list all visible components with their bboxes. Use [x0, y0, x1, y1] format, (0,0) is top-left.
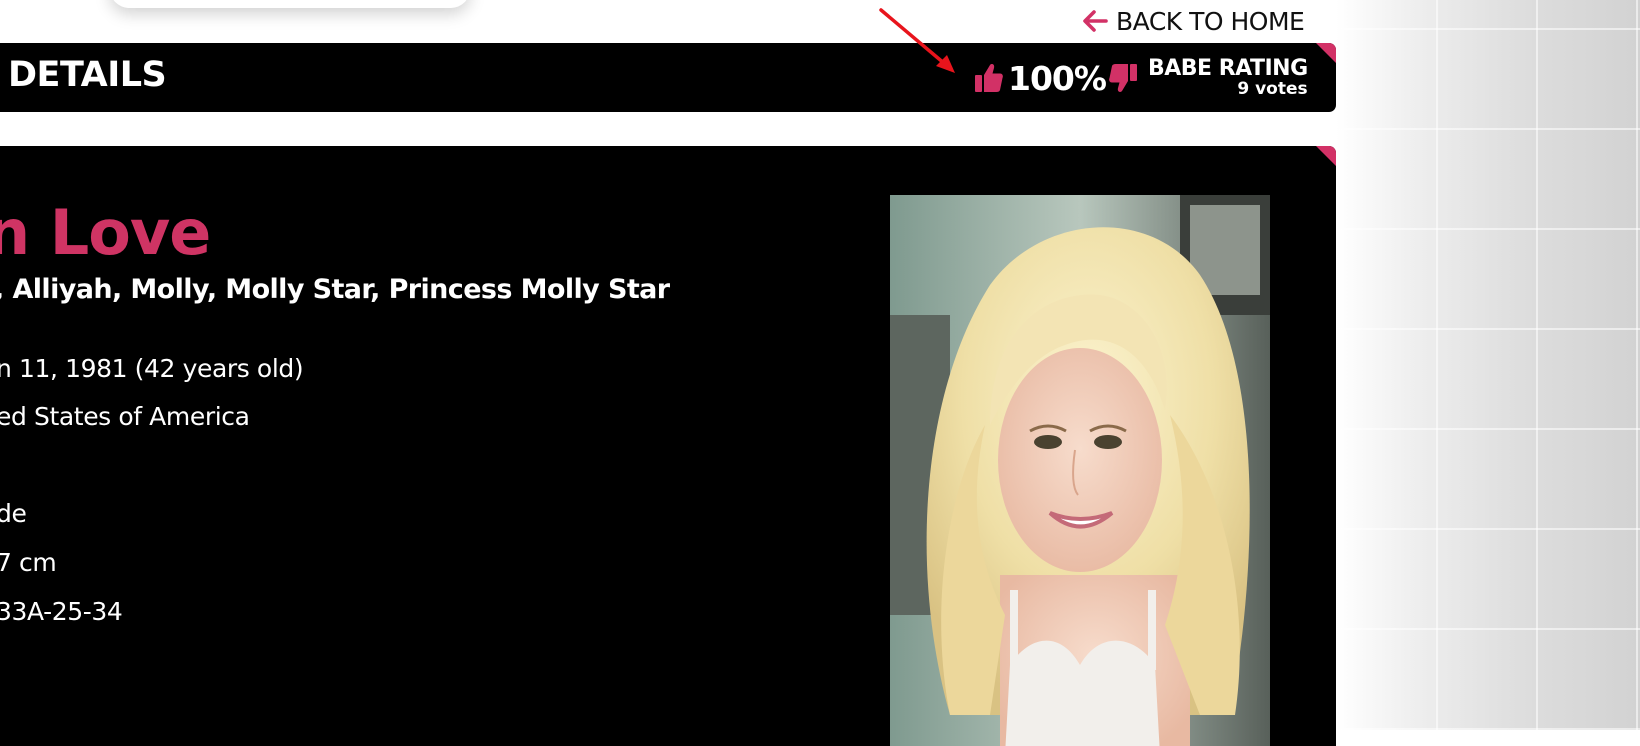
top-popup-edge	[110, 0, 470, 8]
rating-title: BABE RATING	[1147, 56, 1308, 81]
profile-card: n Love , Alliyah, Molly, Molly Star, Pri…	[0, 146, 1336, 746]
back-to-home-label: BACK TO HOME	[1116, 6, 1305, 36]
page-title: DETAILS	[8, 55, 167, 95]
back-to-home-link[interactable]: BACK TO HOME	[1082, 4, 1305, 38]
side-background	[1336, 0, 1640, 730]
thumbs-down-icon[interactable]	[1108, 62, 1138, 94]
corner-accent	[1316, 146, 1336, 166]
rating-percent: 100%	[1008, 58, 1107, 98]
arrow-left-icon	[1083, 10, 1108, 32]
details-header-bar: DETAILS 100% BABE RATING 9 votes	[0, 43, 1336, 112]
corner-accent	[1316, 43, 1336, 63]
detail-measurements: 33A-25-34	[0, 597, 123, 626]
detail-birthdate: n 11, 1981 (42 years old)	[0, 354, 304, 383]
profile-photo[interactable]	[890, 195, 1270, 746]
model-name: n Love	[0, 196, 211, 269]
rating-text: BABE RATING 9 votes	[1148, 58, 1308, 98]
detail-hair: de	[0, 499, 27, 528]
babe-rating: 100% BABE RATING 9 votes	[974, 53, 1308, 103]
detail-height: 7 cm	[0, 548, 57, 577]
rating-votes: 9 votes	[1237, 79, 1308, 99]
thumbs-up-icon[interactable]	[974, 62, 1004, 94]
detail-country: ed States of America	[0, 402, 250, 431]
model-aliases: , Alliyah, Molly, Molly Star, Princess M…	[0, 274, 670, 305]
